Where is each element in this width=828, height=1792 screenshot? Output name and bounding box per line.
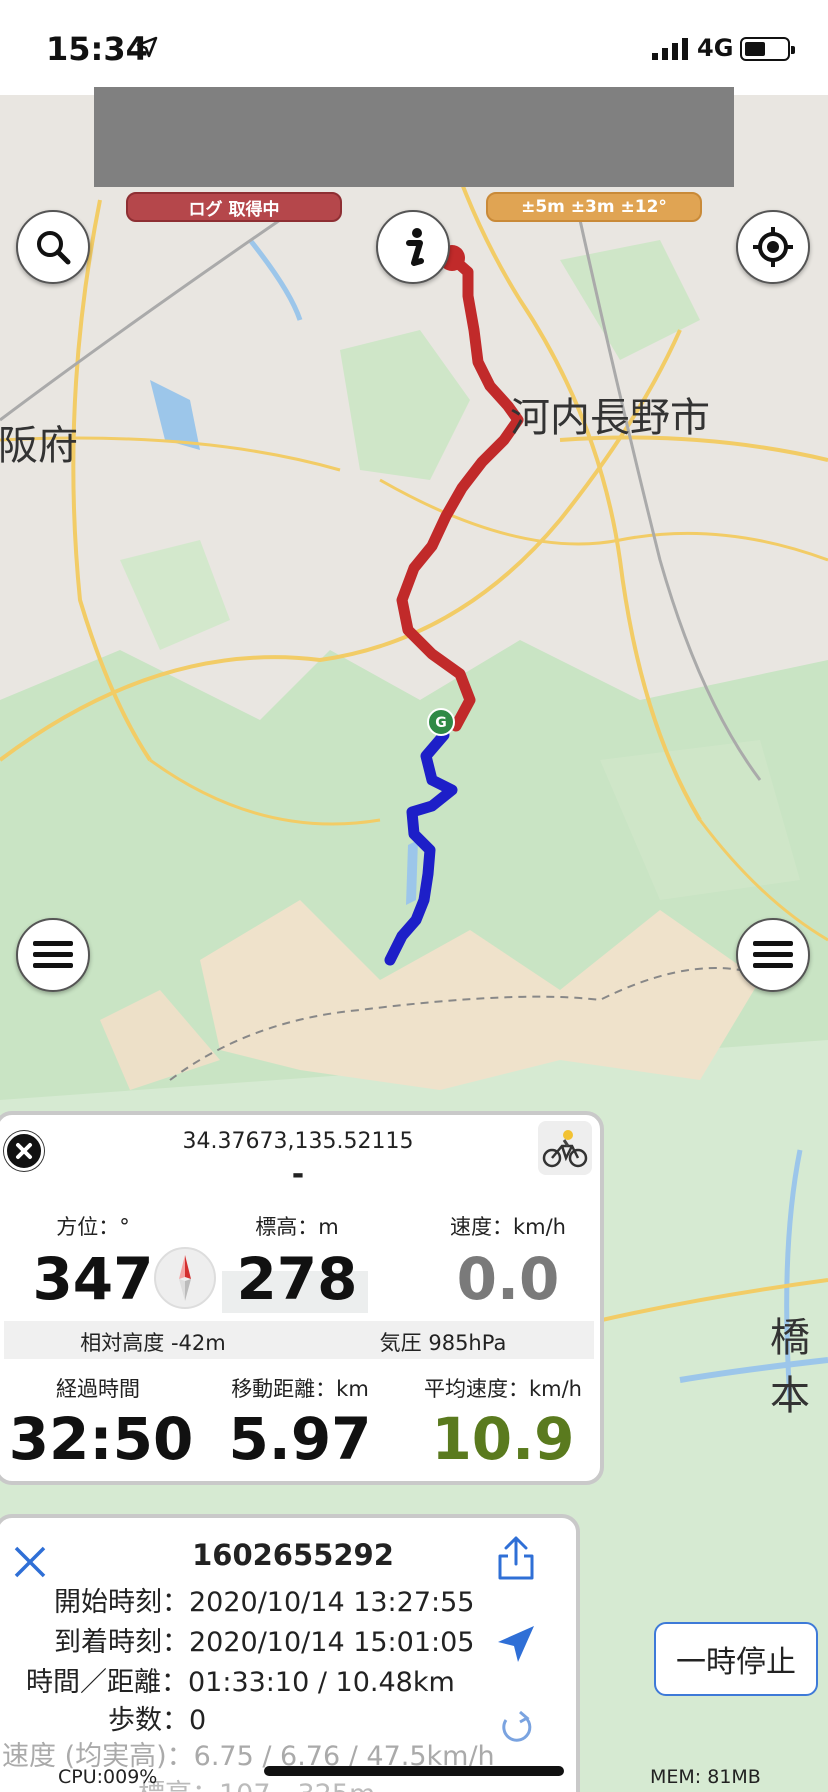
ad-banner[interactable] (94, 87, 734, 187)
speed-value: 0.0 (456, 1245, 560, 1313)
map-label-osaka: 阪府 (0, 423, 78, 469)
battery-icon (740, 37, 795, 61)
accuracy-pill[interactable]: ±5m ±3m ±12° (486, 192, 702, 222)
left-menu-button[interactable] (16, 918, 90, 992)
search-button[interactable] (16, 210, 90, 284)
navigate-icon[interactable] (494, 1622, 538, 1666)
map-label-hashimoto: 橋本 (770, 1315, 810, 1419)
bearing-label: 方位：° (56, 1215, 130, 1239)
compass-icon (154, 1247, 216, 1309)
home-indicator[interactable] (264, 1766, 564, 1776)
svg-text:G: G (435, 715, 447, 731)
time-distance-text: 時間／距離：01:33:10 / 10.48km (26, 1667, 455, 1698)
memory-usage-text: MEM: 81MB (650, 1766, 761, 1788)
share-icon[interactable] (494, 1534, 538, 1582)
right-menu-button[interactable] (736, 918, 810, 992)
info-button[interactable] (376, 210, 450, 284)
avg-speed-label: 平均速度：km/h (423, 1377, 582, 1401)
search-icon (37, 231, 71, 265)
end-time-text: 到着時刻：2020/10/14 15:01:05 (54, 1627, 475, 1658)
status-time: 15:34 (46, 30, 148, 68)
coordinates-text: 34.37673,135.52115 (182, 1129, 414, 1154)
elapsed-time-label: 経過時間 (56, 1377, 140, 1401)
distance-value: 5.97 (228, 1405, 372, 1473)
elevation-label: 標高：m (255, 1215, 339, 1239)
cpu-usage-text: CPU:009% (58, 1766, 158, 1788)
map-label-kawachinagano: 河内長野市 (510, 395, 710, 441)
distance-label: 移動距離：km (231, 1377, 369, 1401)
locate-me-button[interactable] (736, 210, 810, 284)
elapsed-time-value: 32:50 (8, 1405, 194, 1473)
network-type: 4G (697, 34, 734, 62)
crosshair-icon (753, 227, 793, 267)
log-status-pill[interactable]: ログ 取得中 (126, 192, 342, 222)
bicycle-icon (542, 1130, 588, 1168)
elevation-value: 278 (236, 1245, 358, 1313)
avg-speed-value: 10.9 (431, 1405, 575, 1473)
activity-mode-button[interactable] (538, 1121, 592, 1175)
start-time-text: 開始時刻：2020/10/14 13:27:55 (54, 1587, 475, 1618)
pressure-text: 気圧 985hPa (379, 1331, 507, 1355)
footer-bar: CPU:009% MEM: 81MB (0, 1722, 828, 1792)
cellular-signal-icon (652, 38, 688, 60)
relative-altitude-text: 相対高度 -42m (80, 1331, 226, 1355)
info-icon (406, 228, 424, 266)
hamburger-menu-icon (33, 941, 73, 968)
address-text: - (291, 1157, 305, 1192)
speed-label: 速度：km/h (449, 1215, 566, 1239)
location-arrow-icon (136, 36, 158, 58)
status-bar: 15:34 4G (0, 0, 828, 95)
live-info-panel: 34.37673,135.52115 - 方位：° 標高：m 速度：km/h 3… (0, 1111, 604, 1485)
bearing-value: 347 (32, 1245, 154, 1313)
hamburger-menu-icon (753, 941, 793, 968)
pause-button[interactable]: 一時停止 (654, 1622, 818, 1696)
